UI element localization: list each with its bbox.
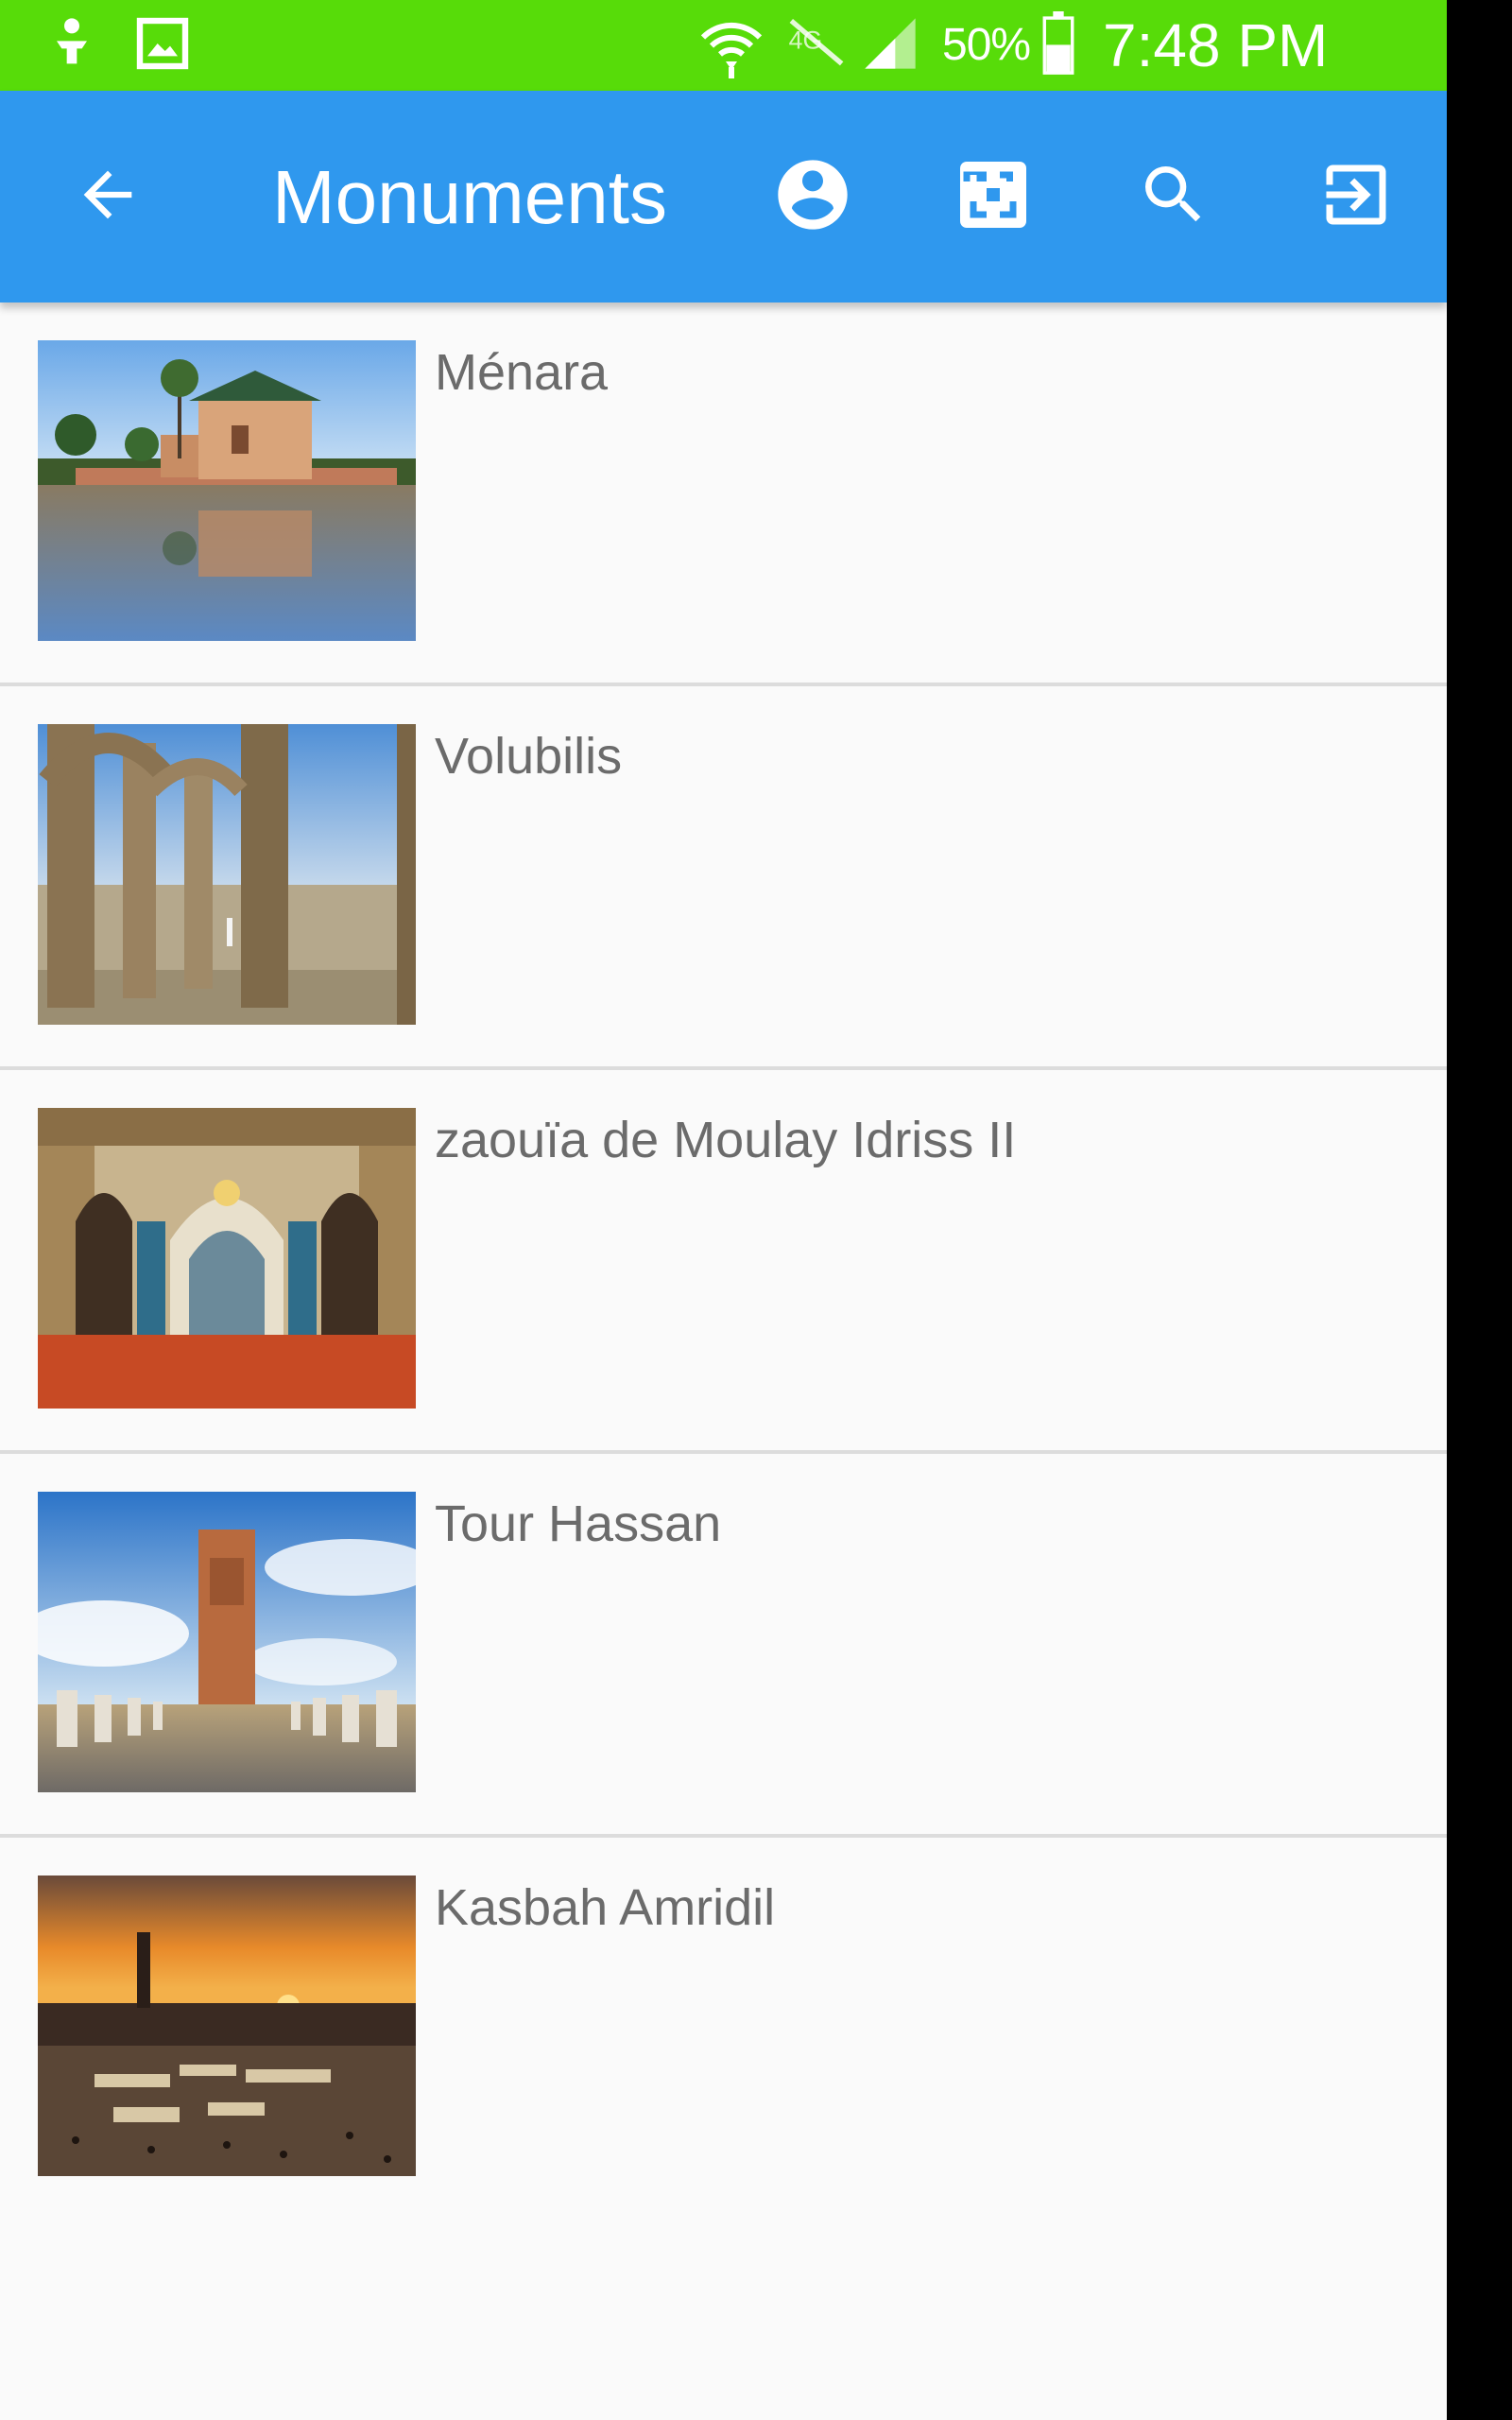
search-icon bbox=[1136, 157, 1211, 237]
status-clock: 7:48 PM bbox=[1103, 11, 1329, 79]
battery-percentage: 50% bbox=[942, 20, 1031, 70]
scan-button[interactable] bbox=[944, 147, 1042, 246]
monument-name: Ménara bbox=[435, 344, 609, 401]
qr-scan-icon bbox=[954, 155, 1033, 239]
download-icon bbox=[42, 13, 102, 78]
kasbah-sunset-photo bbox=[38, 1876, 416, 2176]
image-icon bbox=[132, 13, 193, 78]
lte-signal-off-icon: 4G bbox=[781, 13, 852, 78]
battery-icon bbox=[1036, 11, 1081, 80]
account-button[interactable] bbox=[764, 147, 862, 246]
page-title: Monuments bbox=[272, 155, 667, 239]
app-bar: Monuments bbox=[0, 91, 1447, 302]
volubilis-ruins-photo bbox=[38, 724, 416, 1025]
wifi-icon bbox=[696, 13, 767, 86]
back-button[interactable] bbox=[59, 147, 157, 246]
hassan-tower-photo bbox=[38, 1492, 416, 1792]
search-button[interactable] bbox=[1125, 147, 1223, 246]
menara-pavilion-photo bbox=[38, 340, 416, 641]
status-bar: 4G 50% 7:48 PM bbox=[0, 0, 1447, 91]
monument-name: zaouïa de Moulay Idriss II bbox=[435, 1112, 1017, 1168]
list-item[interactable]: Volubilis bbox=[0, 686, 1447, 1070]
moulay-idriss-zaouia-photo bbox=[38, 1108, 416, 1409]
list-item[interactable]: Tour Hassan bbox=[0, 1454, 1447, 1838]
monument-name: Tour Hassan bbox=[435, 1495, 722, 1552]
monument-name: Volubilis bbox=[435, 728, 623, 785]
list-item[interactable]: Ménara bbox=[0, 302, 1447, 686]
list-item[interactable]: Kasbah Amridil bbox=[0, 1838, 1447, 2218]
exit-icon bbox=[1316, 155, 1396, 239]
account-circle-icon bbox=[771, 153, 854, 241]
phone-screen: 4G 50% 7:48 PM Monuments Ménara Volubili… bbox=[0, 0, 1447, 2420]
list-item[interactable]: zaouïa de Moulay Idriss II bbox=[0, 1070, 1447, 1454]
signal-icon bbox=[860, 13, 920, 78]
back-arrow-icon bbox=[72, 159, 144, 235]
monument-list: Ménara Volubilis zaouïa de Moulay Idriss… bbox=[0, 302, 1447, 2218]
logout-button[interactable] bbox=[1307, 147, 1405, 246]
monument-name: Kasbah Amridil bbox=[435, 1879, 776, 1936]
